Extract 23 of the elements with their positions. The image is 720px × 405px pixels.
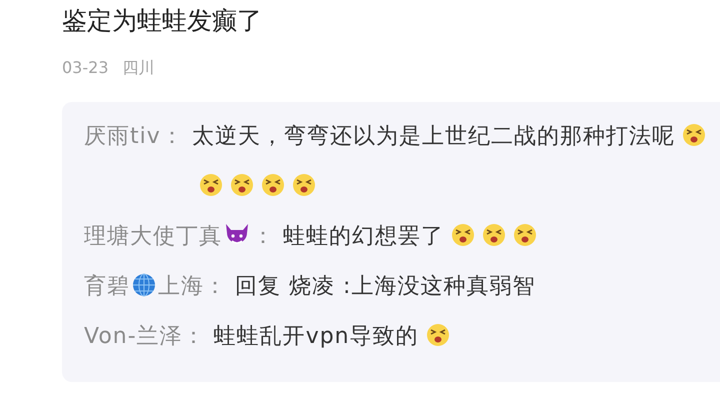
author-name[interactable]: Von-兰泽：: [84, 324, 206, 349]
author-name[interactable]: 上海：: [158, 274, 227, 299]
author-name[interactable]: 厌雨tiv：: [84, 124, 184, 149]
laughing-face-icon: [198, 173, 223, 197]
globe-icon: [132, 273, 156, 297]
post-date: 03-23: [62, 57, 108, 79]
post-location: 四川: [122, 57, 154, 79]
laughing-face-icon: [426, 323, 450, 347]
author-name[interactable]: ：: [252, 224, 275, 249]
laughing-face-icon: [230, 173, 254, 197]
reply-text: 太逆天，弯弯还以为是上世纪二战的那种打法呢: [192, 124, 675, 149]
laughing-face-icon: [482, 223, 506, 247]
laughing-face-icon: [260, 173, 285, 197]
laughing-face-icon: [292, 173, 316, 197]
laughing-face-icon: [513, 223, 537, 247]
reply-text: 回复 烧凌 :上海没这种真弱智: [235, 274, 536, 299]
reply-text: 蛙蛙乱开vpn导致的: [214, 324, 419, 349]
reply-text: 蛙蛙的幻想罢了: [283, 224, 444, 249]
post-text: 鉴定为蛙蛙发癫了: [62, 5, 263, 37]
author-name[interactable]: 理塘大使丁真: [84, 224, 222, 249]
laughing-face-icon: [451, 223, 475, 247]
laughing-face-icon: [682, 123, 706, 147]
author-name[interactable]: 育碧: [84, 274, 130, 299]
